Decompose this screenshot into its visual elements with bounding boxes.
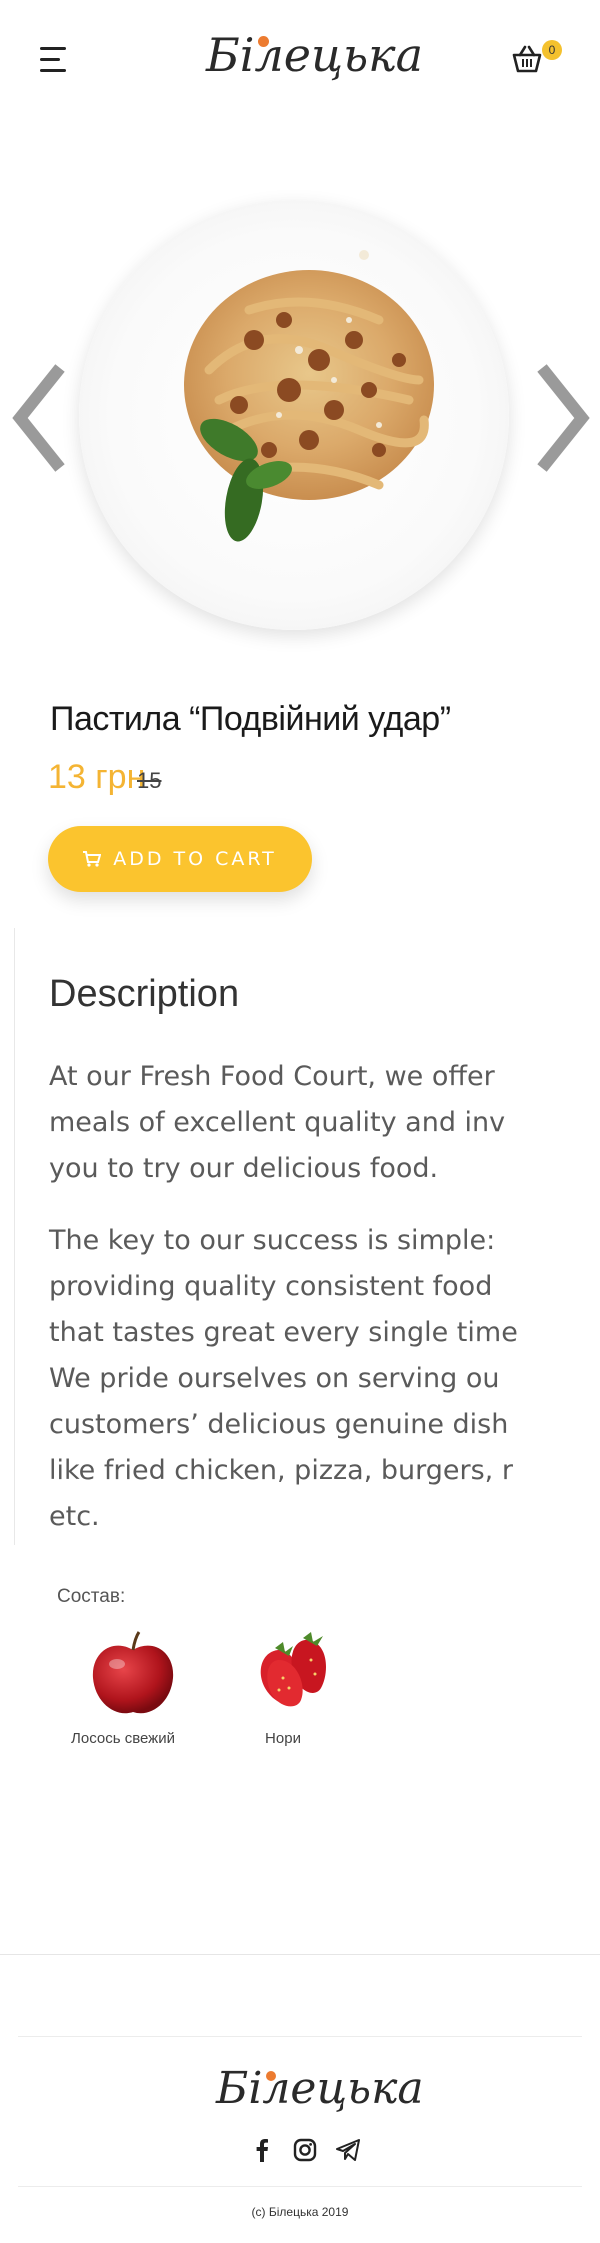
- description-paragraph-2: The key to our success is simple: provid…: [49, 1218, 535, 1540]
- add-to-cart-button[interactable]: ADD TO CART: [48, 826, 312, 892]
- product-slider: [0, 190, 600, 660]
- description-line: etc.: [49, 1501, 100, 1532]
- add-to-cart-label: ADD TO CART: [113, 848, 277, 870]
- ingredient-item: Лосось свежий: [53, 1630, 193, 1747]
- footer-logo-text: Білецька: [216, 2063, 424, 2114]
- description-line: that tastes great every single time: [49, 1317, 518, 1348]
- description-line: The key to our success is simple:: [49, 1225, 496, 1256]
- chevron-left-icon: [12, 364, 65, 472]
- description-line: At our Fresh Food Court, we offer: [49, 1061, 495, 1092]
- product-title: Пастила “Подвійний удар”: [50, 700, 451, 738]
- chevron-right-icon: [537, 364, 590, 472]
- logo-text: Білецька: [206, 28, 424, 82]
- copyright: (c) Білецька 2019: [251, 2205, 349, 2219]
- ingredient-name: Лосось свежий: [71, 1730, 175, 1747]
- composition-label: Состав:: [57, 1586, 126, 1607]
- cart-count-badge: 0: [542, 40, 562, 60]
- divider: [18, 2186, 582, 2187]
- product-price: 13 грн: [48, 758, 146, 796]
- instagram-link[interactable]: [291, 2136, 319, 2164]
- facebook-icon: [256, 2139, 268, 2162]
- instagram-icon: [293, 2138, 317, 2162]
- telegram-link[interactable]: [334, 2136, 362, 2164]
- telegram-icon: [336, 2139, 360, 2161]
- product-image: [79, 200, 509, 630]
- ingredient-item: Нори: [213, 1630, 353, 1747]
- description-section: Description At our Fresh Food Court, we …: [14, 928, 535, 1545]
- basket-icon: [512, 45, 542, 73]
- description-line: like fried chicken, pizza, burgers, r: [49, 1455, 513, 1486]
- menu-icon[interactable]: [40, 47, 68, 73]
- logo-dot: [258, 36, 269, 47]
- divider: [18, 2036, 582, 2037]
- facebook-link[interactable]: [248, 2136, 276, 2164]
- apple-image: [92, 1631, 174, 1714]
- description-line: meals of excellent quality and inv: [49, 1107, 506, 1138]
- logo-dot: [266, 2071, 276, 2081]
- slider-next-button[interactable]: [532, 360, 592, 480]
- description-line: customers’ delicious genuine dish: [49, 1409, 509, 1440]
- description-line: providing quality consistent food: [49, 1271, 493, 1302]
- footer-logo[interactable]: Білецька: [216, 2060, 424, 2118]
- cart-button[interactable]: 0: [510, 40, 562, 80]
- divider: [0, 1954, 600, 1955]
- description-line: We pride ourselves on serving ou: [49, 1363, 500, 1394]
- description-heading: Description: [49, 973, 240, 1015]
- ingredient-name: Нори: [265, 1730, 301, 1747]
- slider-prev-button[interactable]: [10, 360, 70, 480]
- header: Білецька 0: [0, 0, 600, 120]
- description-line: you to try our delicious food.: [49, 1153, 439, 1184]
- logo[interactable]: Білецька: [206, 25, 423, 85]
- cart-icon: [83, 851, 102, 867]
- strawberries-image: [260, 1632, 326, 1707]
- description-paragraph-1: At our Fresh Food Court, we offer meals …: [49, 1054, 535, 1192]
- product-old-price: 15: [137, 768, 162, 793]
